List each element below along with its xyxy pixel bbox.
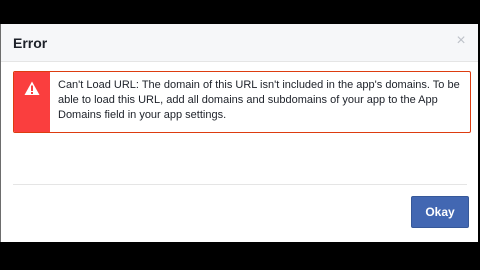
error-icon-area <box>14 72 50 132</box>
dialog-header: Error × <box>1 24 478 62</box>
error-dialog: Error × Can't Load URL: The domain of th… <box>0 24 478 242</box>
warning-icon <box>24 81 40 95</box>
footer-divider <box>13 184 467 185</box>
error-message-text: Can't Load URL: The domain of this URL i… <box>58 79 460 121</box>
okay-button[interactable]: Okay <box>411 196 469 228</box>
dialog-title: Error <box>13 35 48 51</box>
error-message-box: Can't Load URL: The domain of this URL i… <box>13 71 471 133</box>
close-icon[interactable]: × <box>454 33 468 49</box>
